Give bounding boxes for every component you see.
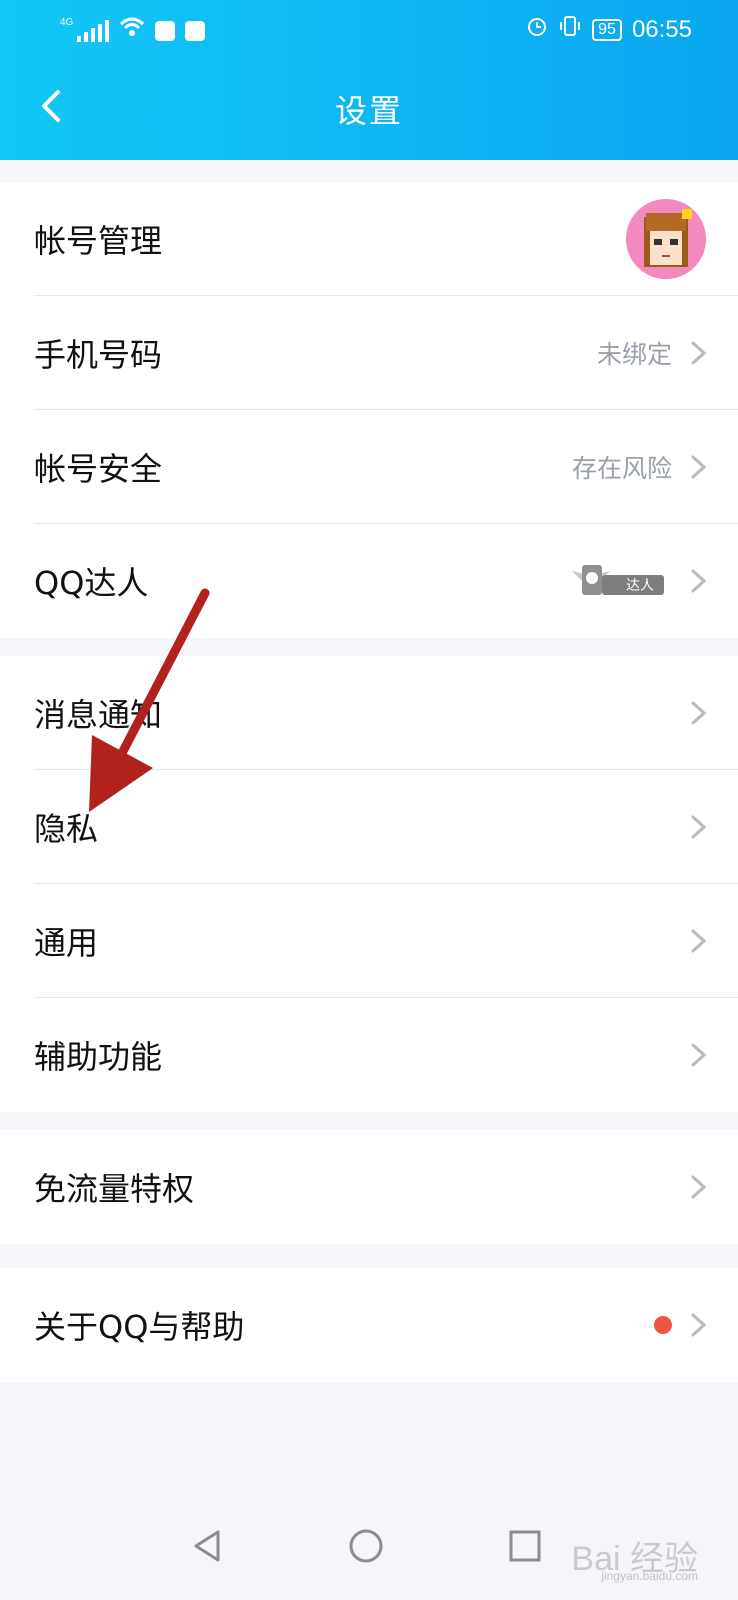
chevron-right-icon [690,454,708,480]
settings-item-privacy[interactable]: 隐私 [0,770,738,884]
settings-item-label: 帐号安全 [34,450,163,488]
settings-item-label: 免流量特权 [34,1170,195,1208]
settings-item-label: 通用 [34,924,99,962]
chevron-right-icon [690,340,708,366]
home-circle-icon[interactable] [346,1526,386,1566]
header: 4G 95 06:55 设置 [0,0,738,160]
traffic-section: 免流量特权 [0,1130,738,1244]
settings-item-label: 隐私 [34,810,99,848]
chevron-right-icon [690,1174,708,1200]
notification-dot [654,1316,672,1334]
settings-item-qq-expert[interactable]: QQ达人 达人 [0,524,738,638]
settings-item-accessibility[interactable]: 辅助功能 [0,998,738,1112]
chevron-right-icon [690,1042,708,1068]
settings-item-label: 手机号码 [34,336,163,374]
settings-item-general[interactable]: 通用 [0,884,738,998]
settings-item-free-traffic[interactable]: 免流量特权 [0,1130,738,1244]
settings-item-label: 关于QQ与帮助 [34,1308,245,1346]
settings-item-label: QQ达人 [34,564,149,602]
expert-badge-icon: 达人 [570,561,666,601]
settings-item-phone[interactable]: 手机号码 未绑定 [0,296,738,410]
system-nav-bar: Bai 经验 jingyan.baidu.com [0,1490,738,1600]
badge-text: 达人 [626,578,654,594]
watermark-url: jingyan.baidu.com [601,1569,698,1583]
baidu-paw-icon [185,20,206,41]
status-bar: 4G 95 06:55 [0,12,738,48]
settings-item-notifications[interactable]: 消息通知 [0,656,738,770]
back-triangle-icon[interactable] [188,1526,228,1566]
settings-item-account-management[interactable]: 帐号管理 [0,182,738,296]
settings-item-value: 存在风险 [571,454,672,483]
chevron-right-icon [690,928,708,954]
shield-icon [155,20,176,41]
settings-item-label: 消息通知 [34,696,163,734]
recent-square-icon[interactable] [505,1526,545,1566]
chevron-right-icon [690,1312,708,1338]
chevron-right-icon [690,568,708,594]
vibrate-icon [558,14,582,45]
about-section: 关于QQ与帮助 [0,1268,738,1382]
chevron-right-icon [690,814,708,840]
signal-icon [77,19,110,42]
wifi-icon [119,16,145,45]
avatar [626,199,706,279]
account-section: 帐号管理 手机号码 未绑定 帐号安全 存在风险 QQ达人 达人 [0,182,738,638]
page-title: 设置 [334,92,403,130]
settings-item-label: 辅助功能 [34,1038,163,1076]
network-type: 4G [60,17,74,28]
settings-item-label: 帐号管理 [34,222,163,260]
alarm-icon [526,15,548,44]
settings-item-value: 未绑定 [596,340,672,369]
battery-icon: 95 [592,18,622,41]
settings-item-account-security[interactable]: 帐号安全 存在风险 [0,410,738,524]
general-section: 消息通知 隐私 通用 辅助功能 [0,656,738,1112]
status-time: 06:55 [631,15,692,43]
watermark: Bai 经验 jingyan.baidu.com [571,1531,698,1583]
chevron-right-icon [690,700,708,726]
settings-item-about-help[interactable]: 关于QQ与帮助 [0,1268,738,1382]
